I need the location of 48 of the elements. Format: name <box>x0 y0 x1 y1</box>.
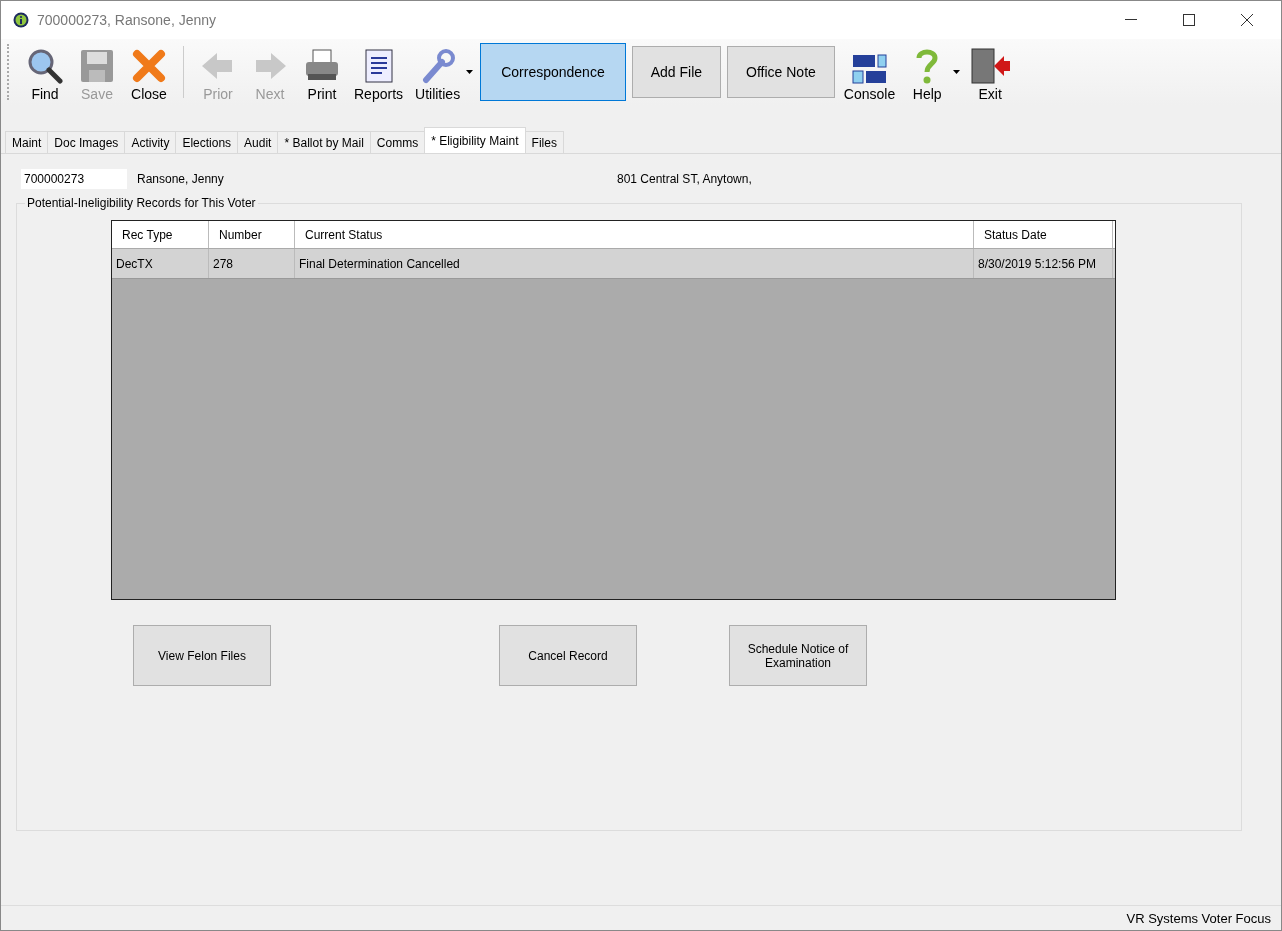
toolbar-button[interactable]: Console <box>837 42 902 102</box>
table-row[interactable]: DecTX 278 Final Determination Cancelled 8/30/2019 5:12:56 PM <box>112 249 1115 279</box>
toolbar-button[interactable]: Print <box>296 42 348 102</box>
action-button[interactable]: Schedule Notice of Examination <box>729 625 867 686</box>
column-header[interactable]: Status Date <box>974 221 1113 248</box>
toolbar-button[interactable]: Help <box>901 42 954 102</box>
toolbar-button[interactable]: Exit <box>964 42 1017 102</box>
toolbar-button[interactable]: Close <box>123 42 175 102</box>
table-cell: 278 <box>209 249 295 278</box>
toolbar-button[interactable]: Find <box>19 42 71 102</box>
group-title: Potential-Ineligibility Records for This Voter <box>26 196 257 210</box>
toolbar-button[interactable]: Utilities <box>409 42 467 102</box>
toolbar-grip[interactable] <box>7 44 11 100</box>
column-header[interactable]: Rec Type <box>112 221 209 248</box>
close-icon[interactable] <box>1241 14 1253 26</box>
maximize-icon[interactable] <box>1183 14 1195 26</box>
tab[interactable]: Files <box>524 131 564 153</box>
question-mark-icon <box>915 48 940 84</box>
tab[interactable]: Maint <box>5 131 49 153</box>
tab[interactable]: * Ballot by Mail <box>277 131 371 153</box>
toolbar-button[interactable]: Correspondence <box>480 43 626 101</box>
close-icon <box>131 48 167 84</box>
document-icon <box>363 48 394 84</box>
minimize-icon[interactable] <box>1125 19 1137 21</box>
toolbar-button[interactable]: Add File <box>631 46 722 98</box>
voter-id-field[interactable]: 700000273 <box>21 169 127 189</box>
window-title: 700000273, Ransone, Jenny <box>37 12 217 28</box>
toolbar-button[interactable]: Office Note <box>727 46 835 98</box>
table-cell: DecTX <box>112 249 209 278</box>
action-button[interactable]: View Felon Files <box>133 625 271 686</box>
search-icon <box>27 48 63 84</box>
tab[interactable]: Doc Images <box>47 131 126 153</box>
info-icon <box>13 12 29 28</box>
caret-icon[interactable] <box>953 70 961 74</box>
table-cell: Final Determination Cancelled <box>295 249 974 278</box>
console-icon <box>851 54 888 84</box>
column-header[interactable]: Current Status <box>295 221 974 248</box>
caret-icon[interactable] <box>466 70 474 74</box>
column-header[interactable]: Number <box>209 221 295 248</box>
voter-name: Ransone, Jenny <box>137 172 225 186</box>
status-text: VR Systems Voter Focus <box>1126 910 1271 926</box>
exit-door-icon <box>970 48 1011 84</box>
voter-address: 801 Central ST, Anytown, <box>617 172 752 186</box>
action-button[interactable]: Cancel Record <box>499 625 637 686</box>
table-cell: 8/30/2019 5:12:56 PM <box>974 249 1113 278</box>
tab[interactable]: Activity <box>124 131 177 153</box>
tab[interactable]: * Eligibility Maint <box>424 127 526 153</box>
toolbar-button[interactable]: Reports <box>348 42 410 102</box>
